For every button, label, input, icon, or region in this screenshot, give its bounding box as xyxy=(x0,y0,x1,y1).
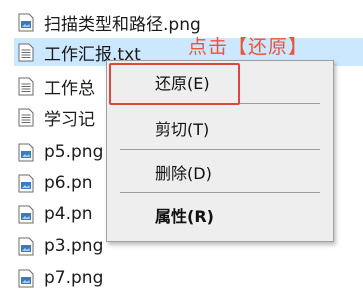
file-name: 扫描类型和路径.png xyxy=(44,14,201,35)
file-name: p6.pn xyxy=(44,173,93,193)
file-name: p3.png xyxy=(44,236,104,256)
menu-item-properties[interactable]: 属性(R) xyxy=(107,200,333,230)
menu-separator xyxy=(120,103,320,104)
file-name: p7.png xyxy=(44,268,104,288)
file-row-p7[interactable]: p7.png xyxy=(18,264,358,292)
menu-item-label: 属性(R) xyxy=(155,207,214,226)
menu-item-delete[interactable]: 删除(D) xyxy=(107,157,333,187)
text-file-icon xyxy=(18,77,34,96)
menu-item-cut[interactable]: 剪切(T) xyxy=(107,113,333,143)
menu-item-label: 删除(D) xyxy=(155,164,212,183)
text-file-icon xyxy=(18,43,34,62)
image-file-icon xyxy=(18,205,34,224)
file-name: 学习记 xyxy=(44,109,95,130)
menu-separator xyxy=(120,149,320,150)
file-name: p5.png xyxy=(44,142,104,162)
instruction-annotation: 点击【还原】 xyxy=(188,36,309,58)
text-file-icon xyxy=(18,108,34,127)
image-file-icon xyxy=(18,143,34,162)
menu-item-label: 还原(E) xyxy=(155,74,210,93)
menu-item-restore[interactable]: 还原(E) xyxy=(107,67,333,97)
image-file-icon xyxy=(18,269,34,288)
file-name: p4.pn xyxy=(44,204,93,224)
context-menu: 还原(E) 剪切(T) 删除(D) 属性(R) xyxy=(106,60,334,242)
menu-separator xyxy=(120,192,320,193)
image-file-icon xyxy=(18,174,34,193)
file-name: 工作总 xyxy=(44,78,95,99)
menu-item-label: 剪切(T) xyxy=(155,120,210,139)
image-file-icon xyxy=(18,237,34,256)
image-file-icon xyxy=(18,13,34,32)
